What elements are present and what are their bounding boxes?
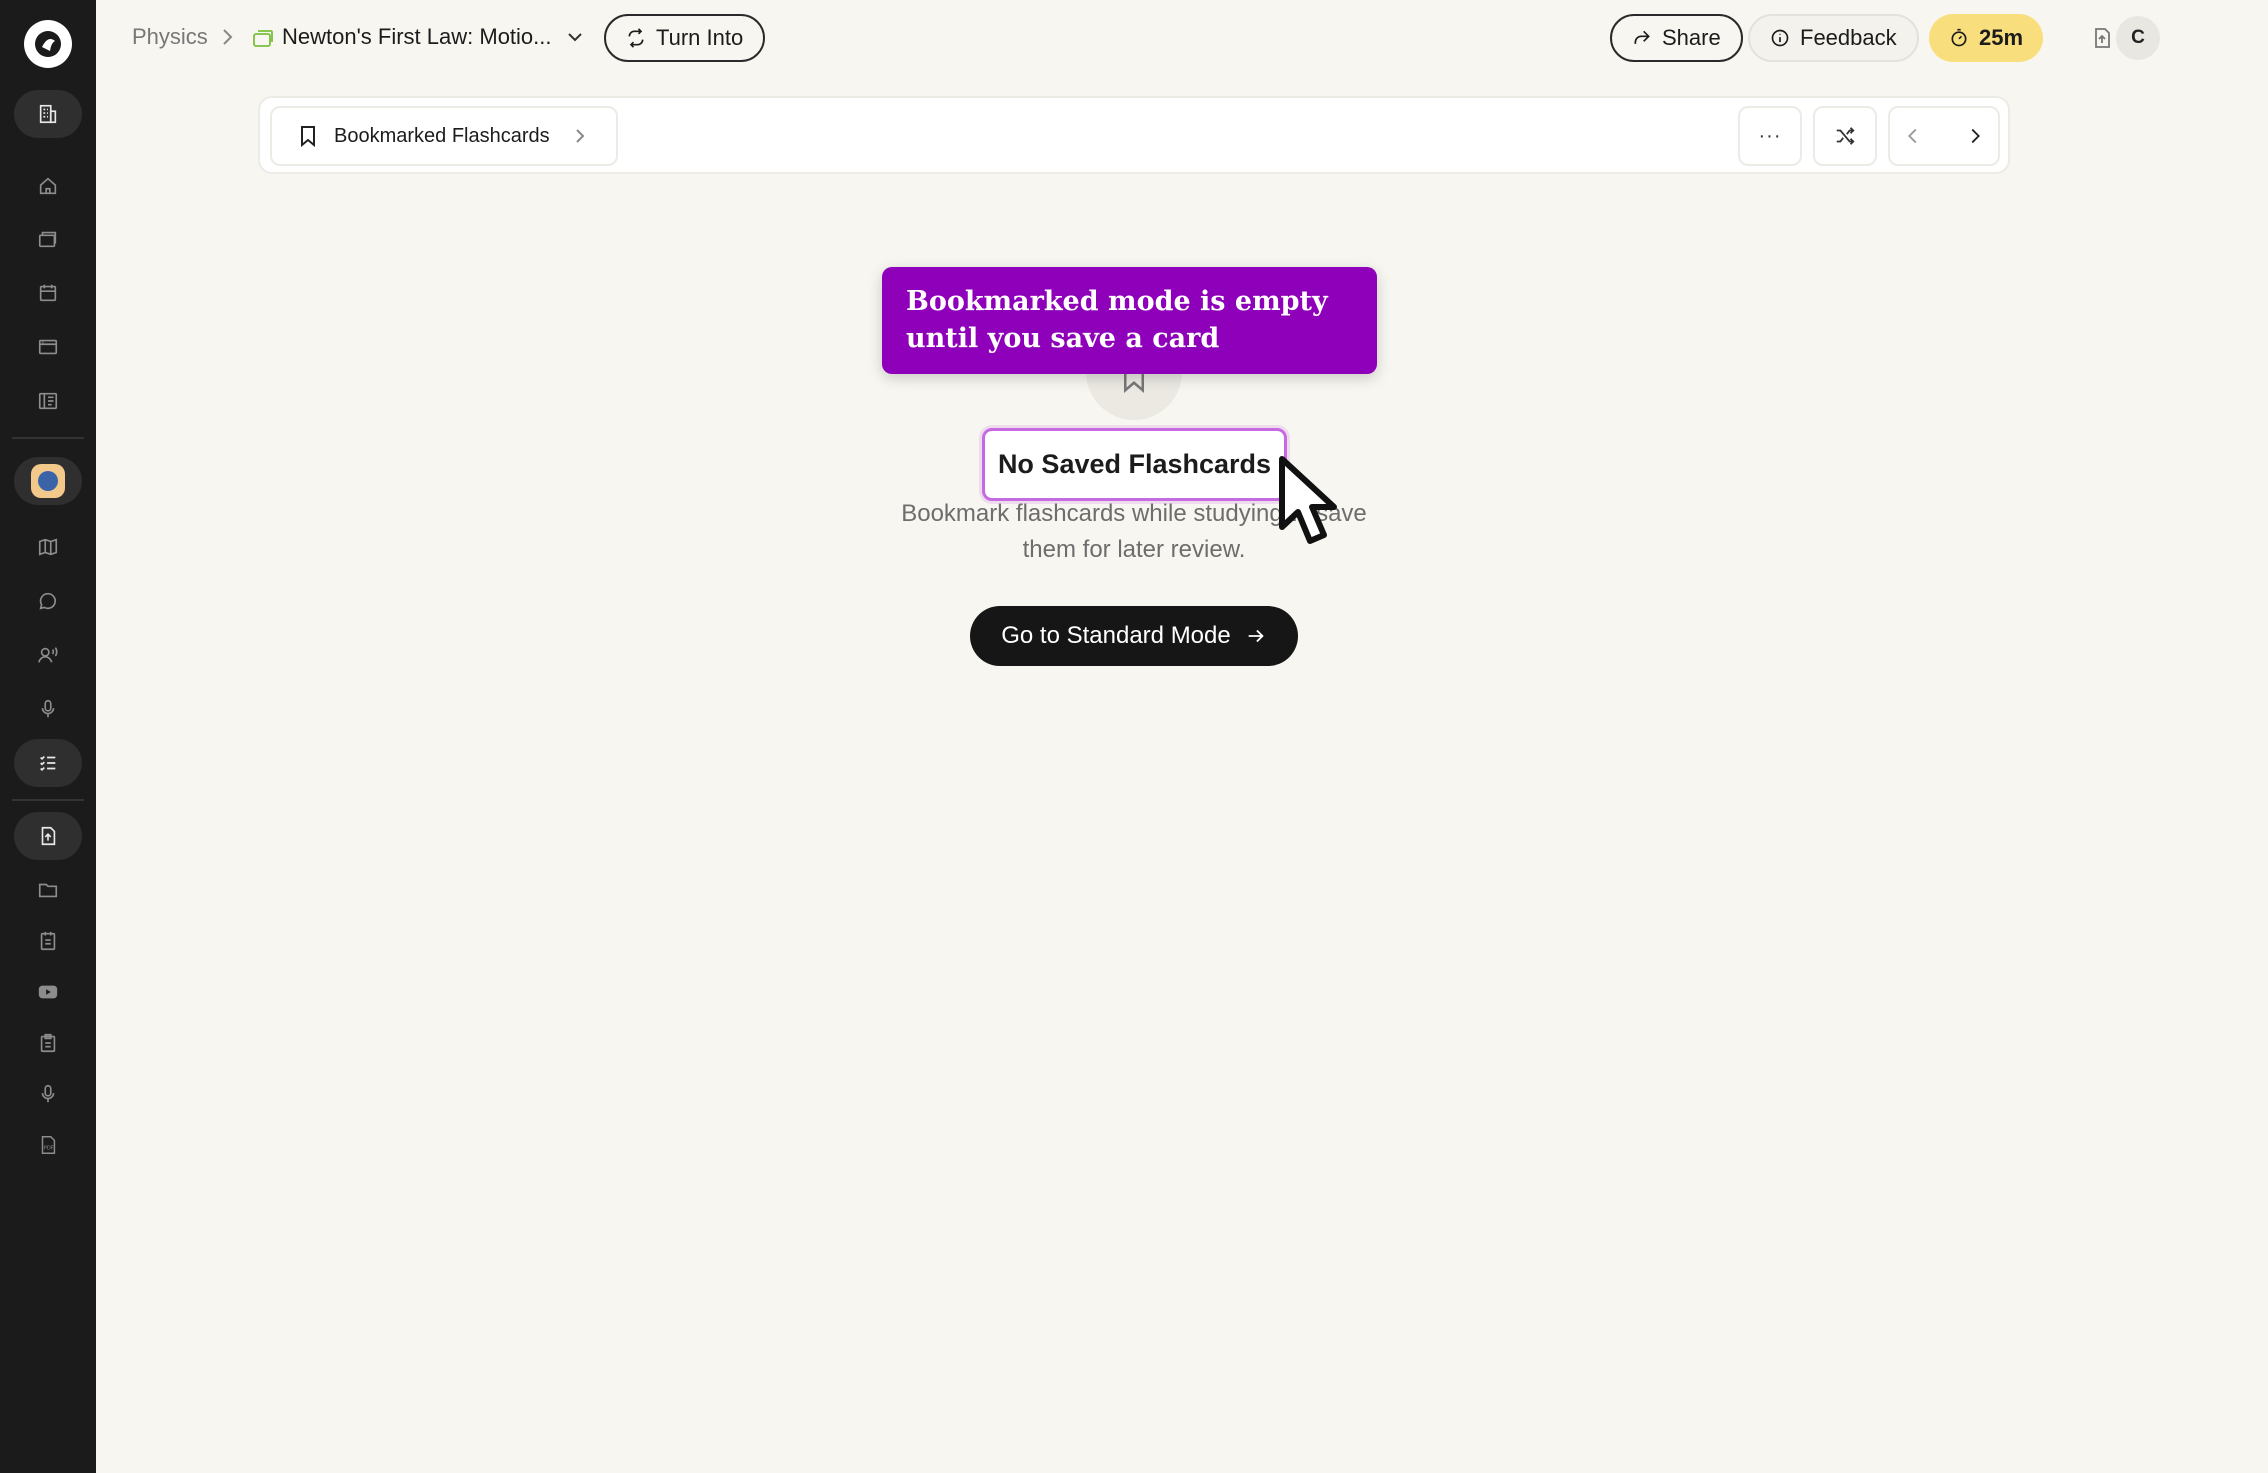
sidebar-item-organization[interactable] <box>14 90 82 138</box>
sidebar-item-library[interactable] <box>14 377 82 425</box>
microphone-icon <box>41 699 55 718</box>
breadcrumb-root[interactable]: Physics <box>132 24 208 50</box>
shuffle-button[interactable] <box>1813 106 1877 166</box>
shuffle-icon <box>1836 127 1855 145</box>
user-avatar[interactable]: C <box>2116 16 2160 60</box>
sidebar-item-browser[interactable] <box>14 323 82 371</box>
youtube-icon <box>38 985 58 999</box>
annotation-callout: Bookmarked mode is empty until you save … <box>882 267 1377 374</box>
flashcard-deck-icon <box>252 28 274 48</box>
folders-icon <box>38 231 57 248</box>
share-icon <box>1634 30 1650 44</box>
more-icon: ··· <box>1758 124 1782 147</box>
sidebar-divider <box>12 437 84 439</box>
more-options-button[interactable]: ··· <box>1738 106 1802 166</box>
pdf-icon: PDF <box>41 1136 56 1154</box>
timer-label: 25m <box>1979 25 2024 50</box>
empty-state-title: No Saved Flashcards <box>982 428 1287 501</box>
share-button[interactable]: Share <box>1610 14 1743 62</box>
sidebar-item-project[interactable] <box>14 457 82 505</box>
study-timer-button[interactable]: 25m <box>1929 14 2044 62</box>
checklist-icon <box>40 755 56 772</box>
browser-icon <box>38 339 58 355</box>
sidebar-item-chat[interactable] <box>14 577 82 625</box>
stopwatch-icon <box>1951 28 1967 47</box>
sidebar-item-youtube[interactable] <box>14 968 82 1016</box>
sidebar-item-calendar[interactable] <box>14 269 82 317</box>
sidebar-item-record[interactable] <box>14 685 82 733</box>
sidebar-item-quizzes[interactable] <box>14 739 82 787</box>
next-card-icon[interactable] <box>1964 125 1986 147</box>
upload-file-icon <box>41 826 56 846</box>
mic-icon <box>41 1084 55 1103</box>
sidebar-item-clipboard[interactable] <box>14 1019 82 1067</box>
chat-icon <box>39 592 57 610</box>
sidebar-item-voice-tutor[interactable] <box>14 631 82 679</box>
sidebar: PDF <box>0 0 96 1473</box>
map-icon <box>38 538 58 556</box>
arrow-right-icon <box>1248 629 1264 643</box>
building-icon <box>39 104 57 124</box>
sidebar-item-notes[interactable] <box>14 917 82 965</box>
sidebar-divider <box>12 799 84 801</box>
chevron-right-icon <box>575 129 585 143</box>
bookmark-icon <box>301 126 315 148</box>
sidebar-item-home[interactable] <box>14 162 82 210</box>
sidebar-item-folder[interactable] <box>14 866 82 914</box>
sidebar-item-audio[interactable] <box>14 1070 82 1118</box>
app-logo[interactable] <box>24 20 72 68</box>
mouse-cursor-icon <box>1279 456 1337 544</box>
turn-into-button[interactable]: Turn Into <box>604 14 766 62</box>
home-icon <box>39 177 57 195</box>
previous-card-icon[interactable] <box>1902 125 1924 147</box>
turn-into-label: Turn Into <box>656 25 744 50</box>
card-navigation <box>1888 106 2000 166</box>
svg-text:PDF: PDF <box>44 1146 54 1152</box>
sidebar-item-map[interactable] <box>14 523 82 571</box>
export-file-icon <box>2095 28 2110 48</box>
voice-tutor-icon <box>38 647 58 663</box>
sidebar-item-spaces[interactable] <box>14 215 82 263</box>
folder-icon <box>38 883 58 898</box>
feedback-button[interactable]: Feedback <box>1748 14 1919 62</box>
deck-mode-label: Bookmarked Flashcards <box>334 124 550 147</box>
project-icon <box>31 464 65 498</box>
go-to-standard-mode-button[interactable]: Go to Standard Mode <box>970 606 1298 666</box>
breadcrumb-document[interactable]: Newton's First Law: Motio... <box>282 24 552 50</box>
top-bar: Physics Newton's First Law: Motio... Tur… <box>96 0 2268 76</box>
share-label: Share <box>1662 25 1721 50</box>
sidebar-item-upload[interactable] <box>14 812 82 860</box>
cta-label: Go to Standard Mode <box>1001 622 1231 649</box>
calendar-icon <box>39 284 57 302</box>
info-icon <box>1771 29 1789 47</box>
notes-icon <box>40 931 56 951</box>
chevron-down-icon[interactable] <box>566 30 584 44</box>
library-icon <box>38 392 58 410</box>
deck-mode-selector[interactable]: Bookmarked Flashcards <box>270 106 618 166</box>
feedback-label: Feedback <box>1800 25 1897 50</box>
chevron-right-icon <box>220 27 234 47</box>
convert-icon <box>628 28 644 48</box>
logo-icon <box>35 31 61 57</box>
sidebar-item-pdf[interactable]: PDF <box>14 1121 82 1169</box>
flashcard-toolbar: Bookmarked Flashcards ··· <box>258 96 2010 174</box>
clipboard-icon <box>40 1033 56 1053</box>
